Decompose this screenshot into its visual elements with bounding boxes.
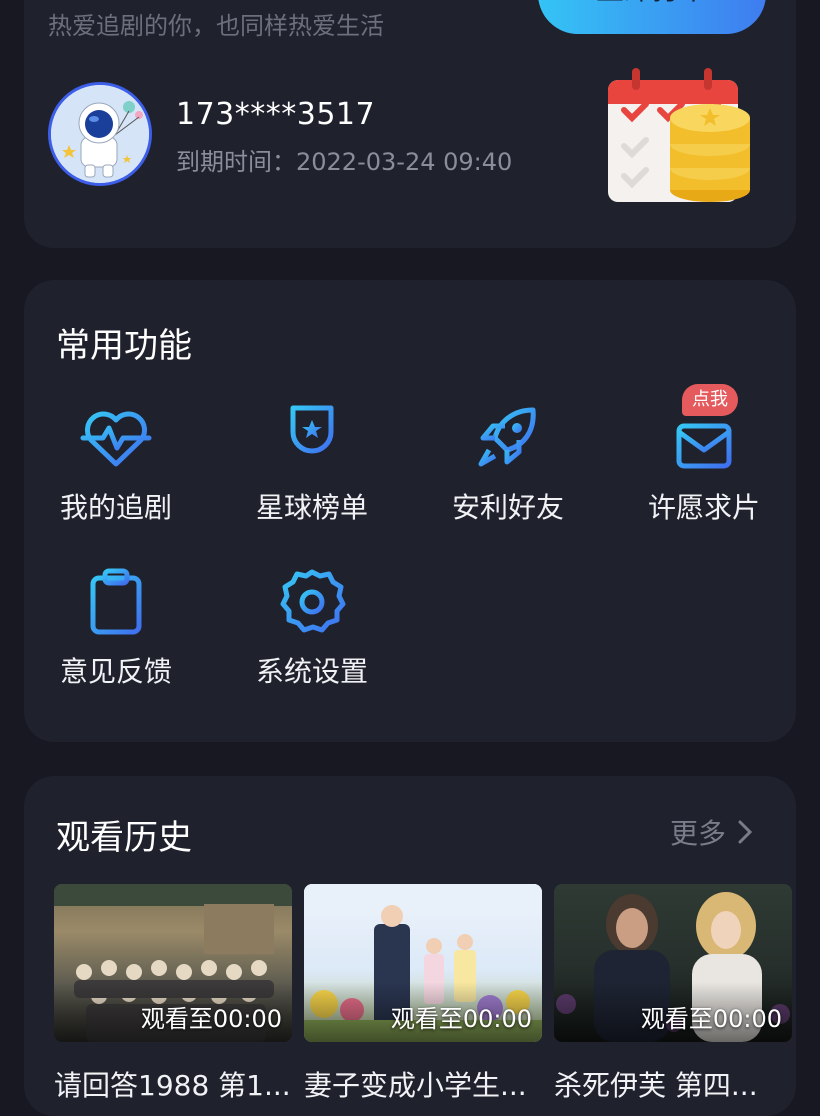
- func-my-shows[interactable]: 我的追剧: [18, 398, 214, 526]
- watch-progress: 观看至00:00: [640, 1005, 782, 1033]
- clipboard-icon: [90, 568, 142, 635]
- func-label: 我的追剧: [59, 491, 172, 524]
- history-title-text[interactable]: 妻子变成小学生...: [304, 1064, 542, 1104]
- func-settings[interactable]: 系统设置: [214, 562, 410, 690]
- expiry-info: 到期时间：2022-03-24 09:40: [176, 142, 512, 177]
- watch-progress: 观看至00:00: [390, 1005, 532, 1033]
- watch-history-card: 观看历史 更多 观看至00:00 请回答1988 第1... 观看至00:00 …: [24, 776, 796, 1116]
- func-planet-ranking[interactable]: 星球榜单: [214, 398, 410, 526]
- tap-me-badge[interactable]: 点我: [682, 384, 738, 416]
- functions-title: 常用功能: [56, 326, 192, 366]
- more-link[interactable]: 更多: [670, 812, 755, 852]
- history-thumbnail[interactable]: 观看至00:00: [304, 884, 542, 1042]
- expiry-value: 2022-03-24 09:40: [296, 148, 513, 176]
- astronaut-avatar-icon: [51, 85, 149, 183]
- heart-pulse-icon: [80, 411, 152, 467]
- trophy-cup-icon: [290, 405, 334, 469]
- rocket-icon: [478, 407, 536, 467]
- profile-card: 热爱追剧的你，也同样热爱生活 立即打卡 173****3517 到期时间：202…: [24, 0, 796, 248]
- func-wish-request[interactable]: 许愿求片: [606, 398, 802, 526]
- history-title-text[interactable]: 杀死伊芙 第四...: [554, 1064, 792, 1104]
- history-thumbnail[interactable]: 观看至00:00: [54, 884, 292, 1042]
- gear-icon: [280, 569, 346, 633]
- more-label: 更多: [670, 817, 727, 850]
- checkin-button[interactable]: 立即打卡: [538, 0, 766, 34]
- calendar-coins-icon: [608, 68, 750, 202]
- watch-progress: 观看至00:00: [140, 1005, 282, 1033]
- history-thumbnail[interactable]: 观看至00:00: [554, 884, 792, 1042]
- func-label: 星球榜单: [255, 491, 368, 524]
- expiry-label: 到期时间：: [176, 148, 296, 176]
- chevron-right-icon: [738, 820, 753, 844]
- func-feedback[interactable]: 意见反馈: [18, 562, 214, 690]
- func-label: 系统设置: [255, 655, 368, 688]
- phone-number: 173****3517: [176, 97, 376, 132]
- history-title-text[interactable]: 请回答1988 第1...: [54, 1064, 292, 1104]
- history-title: 观看历史: [56, 818, 192, 858]
- func-label: 意见反馈: [59, 655, 172, 688]
- func-recommend-friends[interactable]: 安利好友: [410, 398, 606, 526]
- avatar[interactable]: [48, 82, 152, 186]
- func-label: 安利好友: [451, 491, 564, 524]
- func-label: 许愿求片: [647, 491, 760, 524]
- tagline: 热爱追剧的你，也同样热爱生活: [48, 12, 384, 40]
